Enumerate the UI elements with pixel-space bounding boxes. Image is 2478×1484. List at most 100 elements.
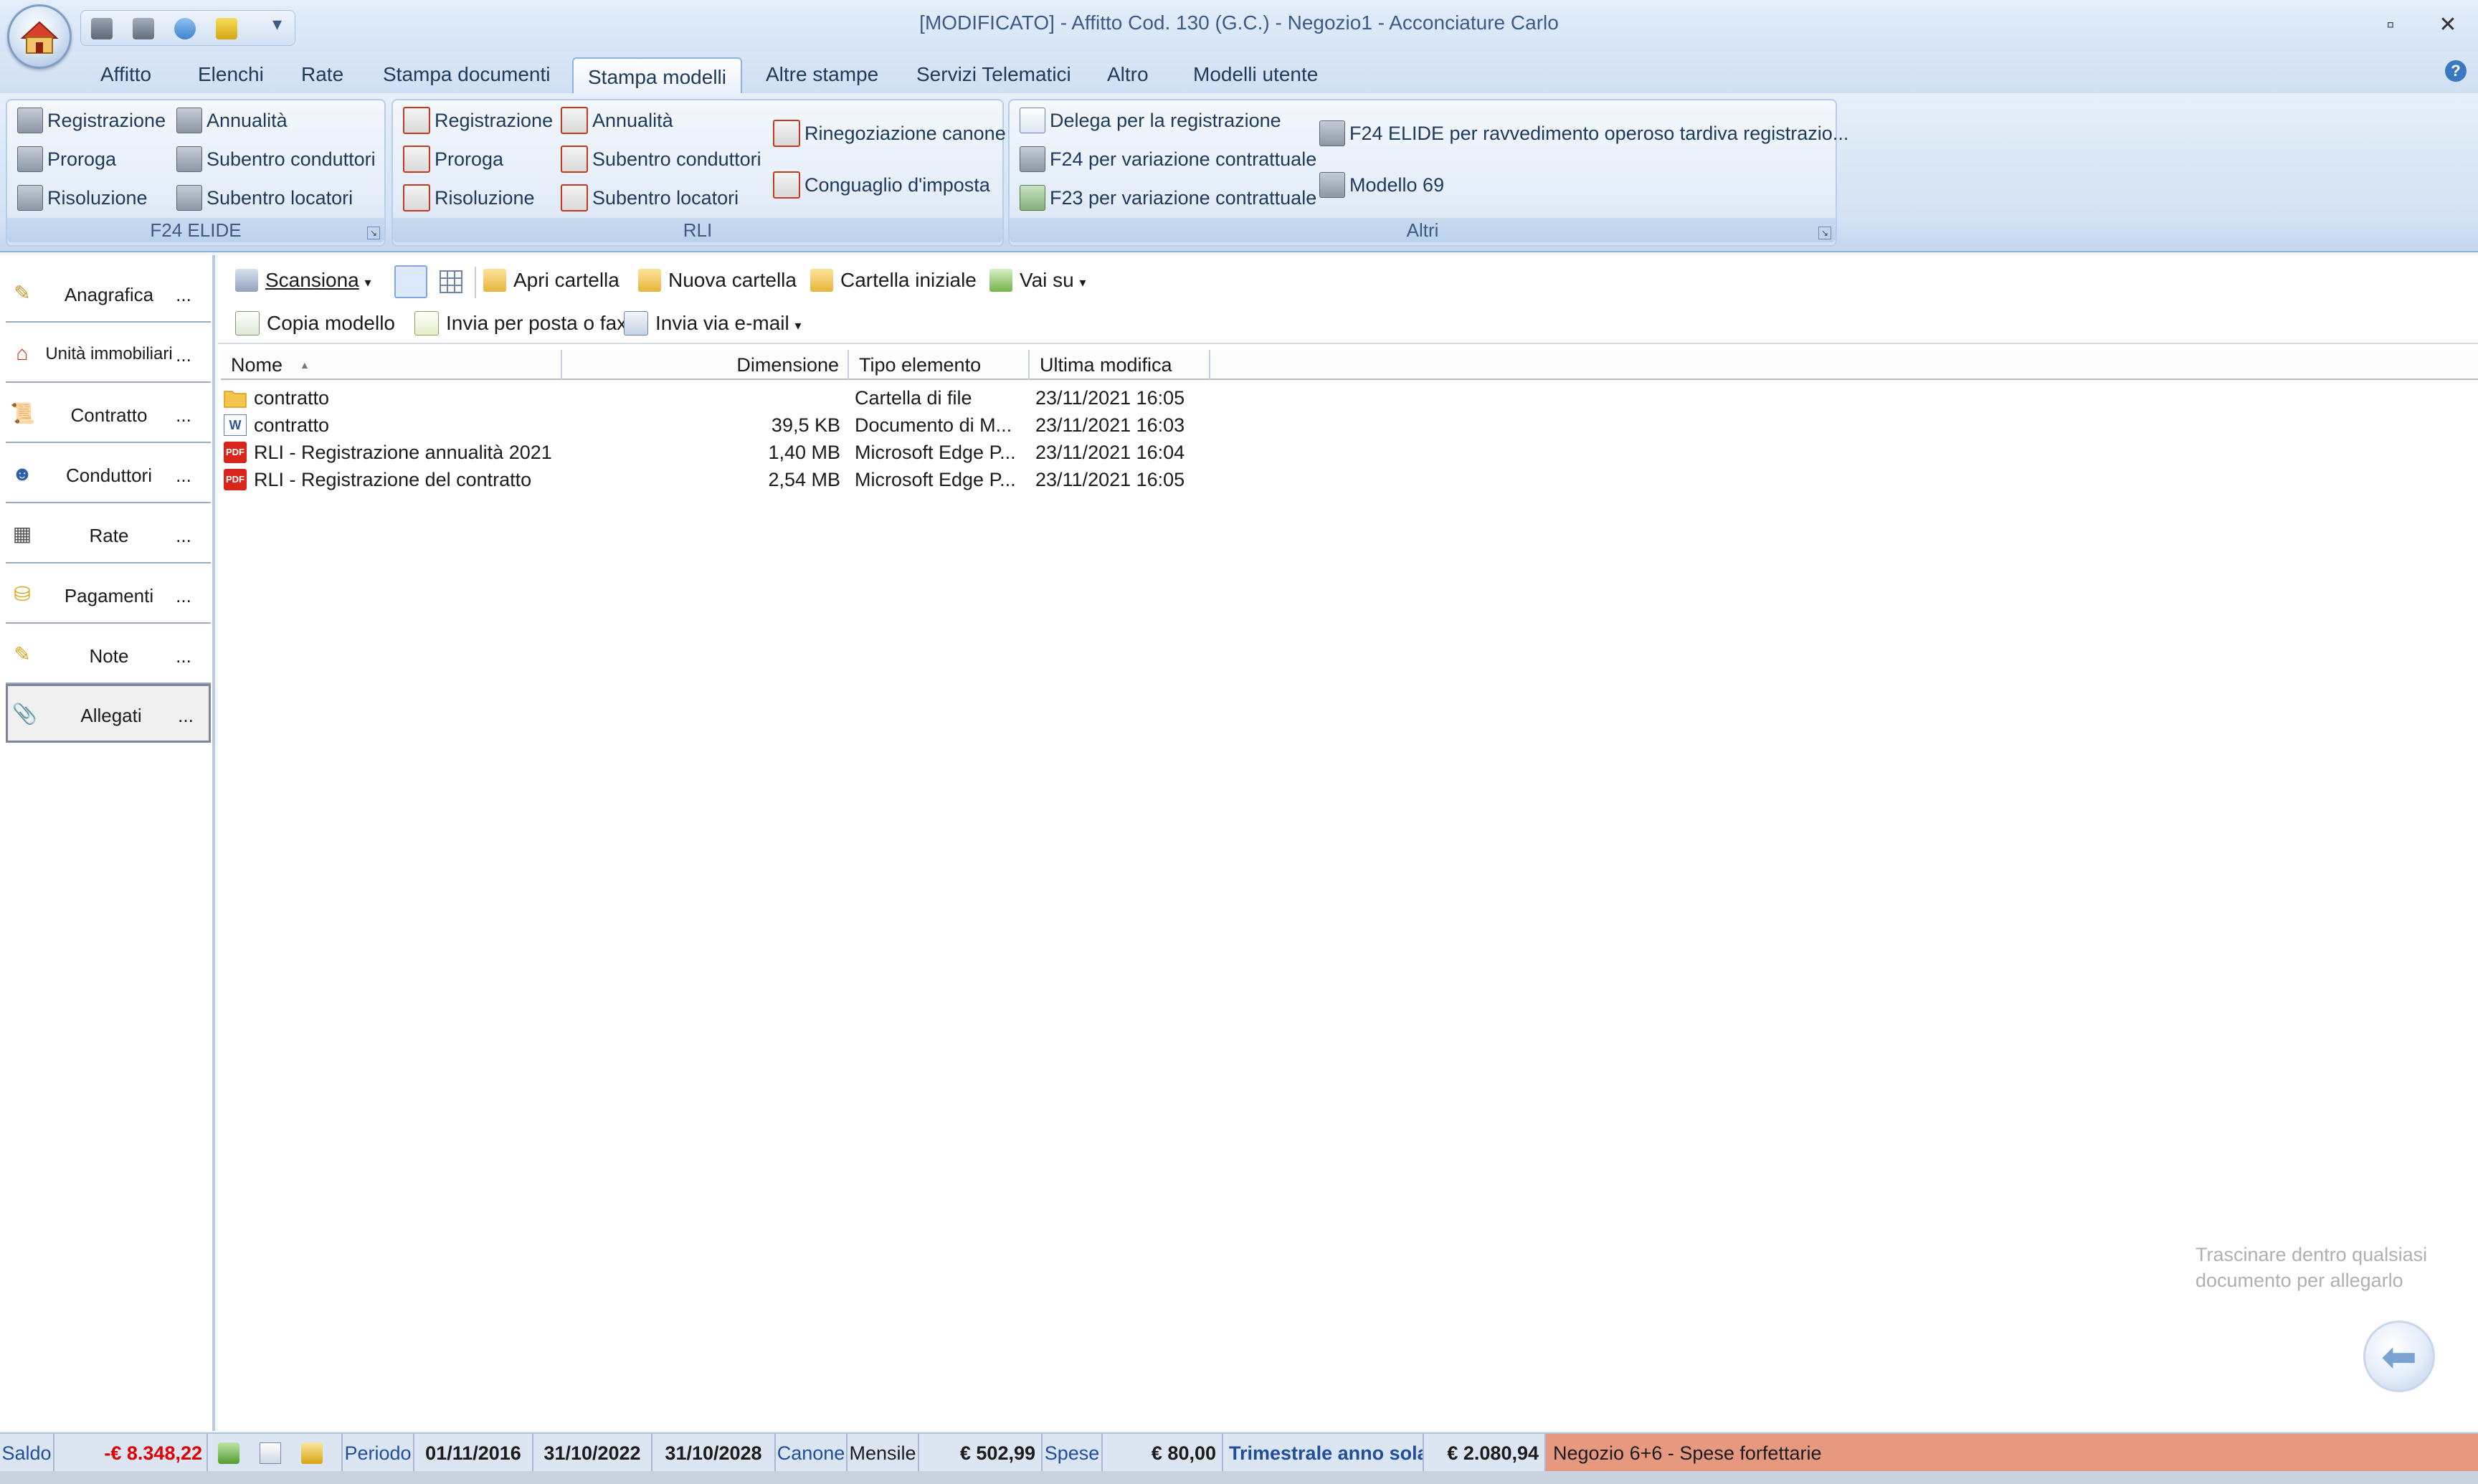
- nav-item-anagrafica[interactable]: ✎ Anagrafica ...: [6, 265, 211, 323]
- grid-icon: [440, 270, 462, 293]
- nav-more[interactable]: ...: [162, 585, 205, 607]
- column-header-name[interactable]: Nome ▲: [221, 350, 562, 380]
- nav-item-allegati[interactable]: 📎 Allegati ...: [6, 684, 211, 743]
- open-folder-button[interactable]: Apri cartella: [483, 262, 620, 298]
- close-button[interactable]: ✕: [2426, 7, 2469, 43]
- nav-label: Conduttori: [66, 465, 152, 486]
- tab-stampa-documenti[interactable]: Stampa documenti: [379, 63, 554, 86]
- nav-item-unita-immobiliari[interactable]: ⌂ Unità immobiliari ...: [6, 325, 211, 383]
- column-header-size[interactable]: Dimensione: [562, 350, 849, 380]
- calculator-icon[interactable]: [301, 1442, 323, 1464]
- tab-rate[interactable]: Rate: [297, 63, 348, 86]
- paperclip-icon: 📎: [12, 703, 37, 725]
- tab-elenchi[interactable]: Elenchi: [194, 63, 268, 86]
- rli-subentro-locatori-button[interactable]: Subentro locatori: [561, 182, 739, 214]
- rli-subentro-conduttori-button[interactable]: Subentro conduttori: [561, 143, 761, 175]
- column-header-type[interactable]: Tipo elemento: [849, 350, 1030, 380]
- f24-annualita-button[interactable]: Annualità: [176, 105, 288, 136]
- nav-item-rate[interactable]: ▦ Rate ...: [6, 506, 211, 563]
- tab-servizi-telematici[interactable]: Servizi Telematici: [912, 63, 1076, 86]
- grid-view-icon[interactable]: [435, 265, 467, 298]
- new-folder-label: Nuova cartella: [668, 269, 797, 291]
- column-header-modified[interactable]: Ultima modifica: [1030, 350, 1210, 380]
- copy-model-button[interactable]: Copia modello: [235, 305, 395, 341]
- help-icon[interactable]: ?: [2445, 60, 2467, 82]
- f23-variazione-button[interactable]: F23 per variazione contrattuale: [1020, 182, 1316, 214]
- printer-icon: [17, 184, 43, 211]
- details-view-icon[interactable]: [394, 265, 427, 298]
- tab-stampa-modelli[interactable]: Stampa modelli: [572, 57, 742, 97]
- nav-item-conduttori[interactable]: ☻ Conduttori ...: [6, 446, 211, 503]
- f24-proroga-button[interactable]: Proroga: [17, 143, 116, 175]
- pdf-icon: PDF: [224, 442, 247, 463]
- f24-registrazione-button[interactable]: Registrazione: [17, 105, 166, 136]
- rli-subentro-conduttori-label: Subentro conduttori: [592, 148, 761, 170]
- sort-ascending-icon: ▲: [300, 359, 310, 371]
- status-date-first-end: 31/10/2022: [533, 1434, 652, 1473]
- tab-affitto[interactable]: Affitto: [96, 63, 156, 86]
- nav-more[interactable]: ...: [162, 284, 205, 306]
- rli-annualita-label: Annualità: [592, 110, 673, 131]
- file-row[interactable]: PDF RLI - Registrazione del contratto 2,…: [221, 466, 1210, 493]
- rli-conguaglio-imposta-button[interactable]: Conguaglio d'imposta: [773, 169, 990, 201]
- status-spese-value: € 80,00: [1103, 1434, 1223, 1473]
- nav-more[interactable]: ...: [162, 525, 205, 547]
- rli-annualita-button[interactable]: Annualità: [561, 105, 673, 136]
- nav-more[interactable]: ...: [162, 344, 205, 366]
- status-total: € 2.080,94: [1424, 1434, 1546, 1473]
- rli-registrazione-button[interactable]: Registrazione: [403, 105, 553, 136]
- file-row[interactable]: contratto Cartella di file 23/11/2021 16…: [221, 384, 1210, 412]
- email-icon: [624, 310, 648, 336]
- group-title: RLI: [393, 218, 1002, 242]
- go-up-button[interactable]: Vai su ▾: [989, 262, 1086, 298]
- dialog-launcher-icon[interactable]: ↘: [367, 227, 380, 239]
- tab-modelli-utente[interactable]: Modelli utente: [1189, 63, 1322, 86]
- file-row[interactable]: W contratto 39,5 KB Documento di M... 23…: [221, 412, 1210, 439]
- f24-subentro-conduttori-button[interactable]: Subentro conduttori: [176, 143, 376, 175]
- nav-item-contratto[interactable]: 📜 Contratto ...: [6, 386, 211, 443]
- dialog-launcher-icon[interactable]: ↘: [1818, 227, 1831, 239]
- file-type: Documento di M...: [855, 414, 1012, 436]
- initial-folder-button[interactable]: Cartella iniziale: [810, 262, 977, 298]
- ribbon-group-altri: Delega per la registrazione F24 per vari…: [1008, 99, 1848, 247]
- f24-subentro-locatori-label: Subentro locatori: [206, 187, 353, 209]
- scan-button[interactable]: Scansiona ▾: [235, 262, 371, 298]
- nav-more[interactable]: ...: [162, 465, 205, 487]
- modello-69-button[interactable]: Modello 69: [1319, 169, 1444, 201]
- file-size: 1,40 MB: [768, 442, 840, 463]
- tab-altre-stampe[interactable]: Altre stampe: [761, 63, 883, 86]
- pdf-form-icon: [561, 106, 588, 134]
- status-periodo-label: Periodo: [343, 1434, 414, 1473]
- send-post-fax-button[interactable]: Invia per posta o fax: [414, 305, 627, 341]
- f24-elide-ravvedimento-button[interactable]: F24 ELIDE per ravvedimento operoso tardi…: [1319, 118, 1848, 149]
- copy-icon[interactable]: [260, 1442, 281, 1464]
- status-date-start: 01/11/2016: [414, 1434, 533, 1473]
- word-doc-icon: W: [224, 414, 247, 436]
- nav-more[interactable]: ...: [162, 404, 205, 427]
- status-saldo-label: Saldo: [0, 1434, 54, 1473]
- rli-proroga-button[interactable]: Proroga: [403, 143, 503, 175]
- file-row[interactable]: PDF RLI - Registrazione annualità 2021 1…: [221, 439, 1210, 466]
- application-menu-button[interactable]: [7, 4, 72, 69]
- new-folder-button[interactable]: Nuova cartella: [638, 262, 797, 298]
- rli-rinegoziazione-canone-button[interactable]: Rinegoziazione canone: [773, 118, 1006, 149]
- nav-more[interactable]: ...: [162, 645, 205, 667]
- back-arrow-icon[interactable]: ⬅: [2363, 1321, 2435, 1392]
- delega-registrazione-button[interactable]: Delega per la registrazione: [1020, 105, 1281, 136]
- pdf-form-icon: [403, 145, 430, 173]
- rli-risoluzione-button[interactable]: Risoluzione: [403, 182, 535, 214]
- calendar-icon: ▦: [12, 523, 32, 545]
- send-email-button[interactable]: Invia via e-mail ▾: [624, 305, 802, 341]
- left-navigation: ✎ Anagrafica ... ⌂ Unità immobiliari ...…: [0, 255, 215, 1431]
- f24-risoluzione-button[interactable]: Risoluzione: [17, 182, 148, 214]
- file-size: 39,5 KB: [771, 414, 840, 436]
- f24-variazione-button[interactable]: F24 per variazione contrattuale: [1020, 143, 1316, 175]
- f24-subentro-locatori-button[interactable]: Subentro locatori: [176, 182, 353, 214]
- tab-altro[interactable]: Altro: [1103, 63, 1153, 86]
- nav-item-pagamenti[interactable]: ⛁ Pagamenti ...: [6, 566, 211, 624]
- exchange-icon[interactable]: [218, 1442, 239, 1464]
- pdf-form-icon: [561, 145, 588, 173]
- nav-item-note[interactable]: ✎ Note ...: [6, 627, 211, 684]
- nav-more[interactable]: ...: [164, 705, 207, 727]
- restore-button[interactable]: ▫: [2369, 7, 2412, 43]
